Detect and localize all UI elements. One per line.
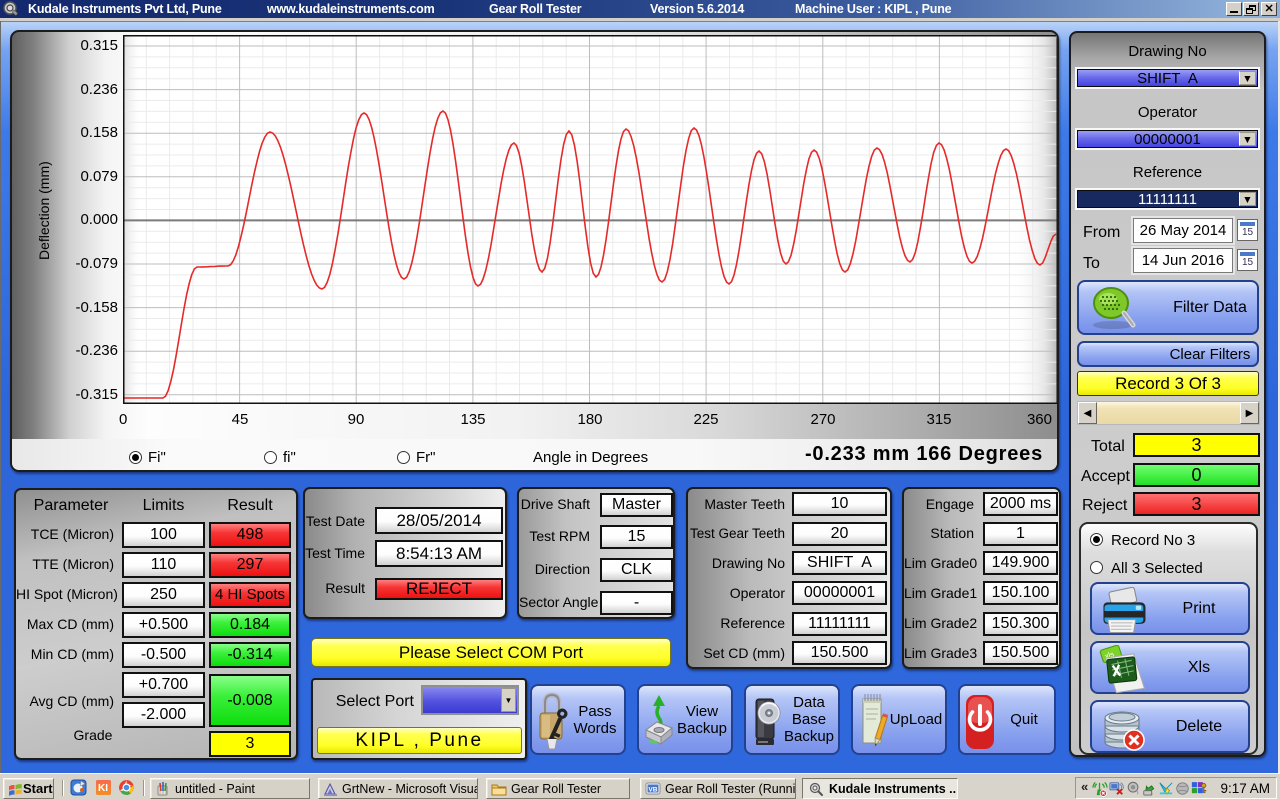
svg-text:VB: VB	[648, 787, 657, 794]
svg-text:KI: KI	[98, 783, 108, 794]
